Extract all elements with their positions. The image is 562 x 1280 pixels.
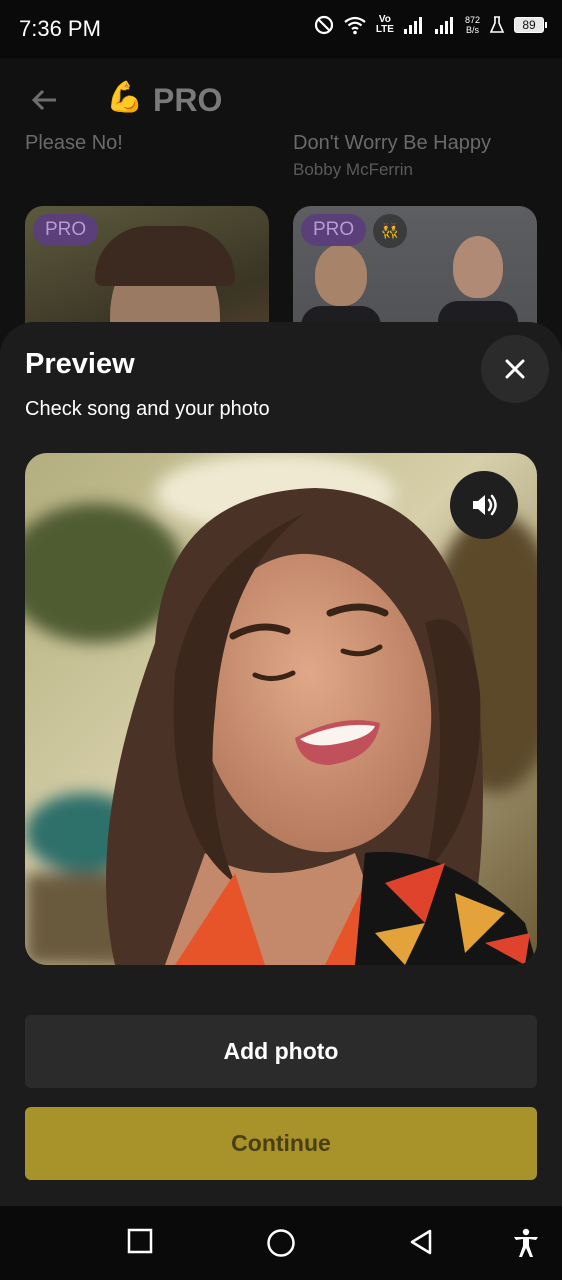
back-button[interactable] (408, 1228, 434, 1261)
battery-indicator: 89 (514, 17, 547, 33)
network-speed: 872 B/s (464, 15, 480, 35)
close-button[interactable] (481, 335, 549, 403)
background-app: 💪 PRO Please No! Don't Worry Be Happy Bo… (0, 58, 562, 406)
status-icons: Vo LTE 872 B/s 89 (314, 14, 547, 35)
lab-flask-icon (489, 16, 505, 33)
volume-button[interactable] (450, 471, 518, 539)
song-title: Please No! (25, 132, 123, 154)
signal-icon (403, 17, 422, 34)
volte-indicator: Vo LTE (375, 14, 394, 35)
close-icon (505, 359, 525, 379)
card-photo-face (453, 236, 503, 298)
continue-button[interactable]: Continue (25, 1107, 537, 1180)
muscle-emoji: 💪 (106, 81, 144, 114)
status-time: 7:36 PM (19, 16, 101, 41)
pro-badge: PRO (301, 214, 367, 246)
card-photo-face (315, 244, 367, 306)
accessibility-icon (514, 1228, 538, 1257)
system-nav-bar (0, 1206, 562, 1280)
card-photo-hair (95, 226, 235, 286)
dancers-emoji-badge: 👯 (373, 214, 407, 248)
signal-icon-2 (434, 17, 453, 34)
sheet-title: Preview (25, 348, 135, 380)
header-title: PRO (153, 82, 223, 118)
do-not-disturb-icon (314, 15, 333, 35)
preview-sheet: Preview Check song and your photo Add ph… (0, 322, 562, 1206)
accessibility-button[interactable] (512, 1228, 540, 1263)
back-arrow-icon[interactable] (28, 84, 60, 116)
circle-icon (267, 1229, 295, 1257)
preview-photo (25, 453, 537, 965)
status-bar: 7:36 PM Vo LTE 872 B/s 89 (0, 0, 562, 58)
app-header: 💪 PRO (0, 58, 562, 138)
pro-badge: PRO (33, 214, 99, 246)
song-artist: Bobby McFerrin (293, 160, 413, 179)
square-icon (127, 1228, 153, 1254)
volume-icon (473, 494, 497, 516)
recent-apps-button[interactable] (127, 1228, 153, 1259)
home-button[interactable] (266, 1228, 296, 1263)
sheet-subtitle: Check song and your photo (25, 398, 270, 420)
song-title: Don't Worry Be Happy (293, 132, 491, 154)
add-photo-button[interactable]: Add photo (25, 1015, 537, 1088)
wifi-icon (344, 16, 366, 35)
triangle-back-icon (410, 1229, 432, 1255)
